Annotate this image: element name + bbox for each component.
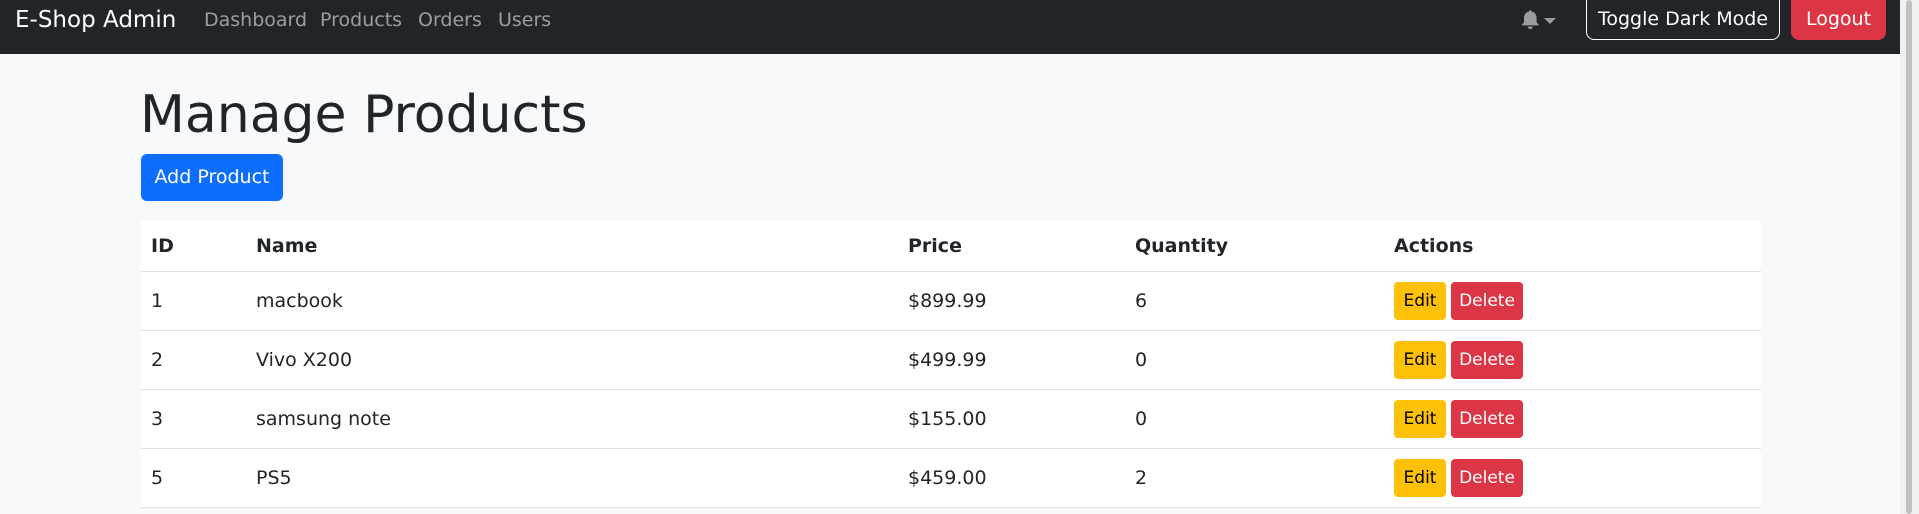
cell-quantity: 2: [1125, 448, 1384, 508]
cell-name: PS5: [246, 448, 898, 508]
cell-name: Vivo X200: [246, 330, 898, 390]
cell-price: $459.00: [898, 448, 1125, 508]
brand-link[interactable]: E-Shop Admin: [15, 0, 176, 40]
cell-id: 1: [141, 271, 246, 331]
add-product-button[interactable]: Add Product: [141, 154, 283, 201]
cell-id: 3: [141, 389, 246, 449]
navbar: E-Shop Admin Dashboard Products Orders U…: [0, 0, 1900, 54]
cell-name: macbook: [246, 271, 898, 331]
cell-actions: Edit Delete: [1384, 271, 1761, 331]
cell-actions: Edit Delete: [1384, 448, 1761, 508]
column-header-actions: Actions: [1384, 221, 1761, 272]
notifications-dropdown[interactable]: [1522, 10, 1556, 32]
cell-name: samsung note: [246, 389, 898, 449]
cell-id: 5: [141, 448, 246, 508]
edit-button[interactable]: Edit: [1394, 341, 1446, 379]
edit-button[interactable]: Edit: [1394, 400, 1446, 438]
delete-button[interactable]: Delete: [1451, 400, 1523, 438]
scrollbar-thumb[interactable]: [1906, 0, 1912, 514]
table-row: 5 PS5 $459.00 2 Edit Delete: [141, 448, 1761, 508]
cell-price: $499.99: [898, 330, 1125, 390]
cell-actions: Edit Delete: [1384, 330, 1761, 390]
logout-button[interactable]: Logout: [1791, 0, 1886, 40]
table-row: 3 samsung note $155.00 0 Edit Delete: [141, 389, 1761, 449]
cell-quantity: 0: [1125, 389, 1384, 449]
nav-link-users[interactable]: Users: [498, 0, 551, 40]
table-header-row: ID Name Price Quantity Actions: [141, 221, 1761, 272]
nav-link-products[interactable]: Products: [320, 0, 402, 40]
bell-icon: [1522, 10, 1539, 30]
table-row: 2 Vivo X200 $499.99 0 Edit Delete: [141, 330, 1761, 390]
nav-link-orders[interactable]: Orders: [418, 0, 482, 40]
cell-actions: Edit Delete: [1384, 389, 1761, 449]
cell-quantity: 6: [1125, 271, 1384, 331]
cell-id: 2: [141, 330, 246, 390]
cell-price: $899.99: [898, 271, 1125, 331]
page-title: Manage Products: [140, 85, 588, 145]
scrollbar[interactable]: [1900, 0, 1919, 514]
toggle-dark-mode-button[interactable]: Toggle Dark Mode: [1586, 0, 1780, 40]
caret-down-icon: [1544, 18, 1556, 24]
nav-link-dashboard[interactable]: Dashboard: [204, 0, 307, 40]
column-header-price: Price: [898, 221, 1125, 272]
delete-button[interactable]: Delete: [1451, 459, 1523, 497]
delete-button[interactable]: Delete: [1451, 341, 1523, 379]
column-header-quantity: Quantity: [1125, 221, 1384, 272]
cell-quantity: 0: [1125, 330, 1384, 390]
delete-button[interactable]: Delete: [1451, 282, 1523, 320]
edit-button[interactable]: Edit: [1394, 282, 1446, 320]
edit-button[interactable]: Edit: [1394, 459, 1446, 497]
products-table: ID Name Price Quantity Actions 1 macbook…: [141, 221, 1761, 508]
column-header-id: ID: [141, 221, 246, 272]
column-header-name: Name: [246, 221, 898, 272]
table-row: 1 macbook $899.99 6 Edit Delete: [141, 271, 1761, 331]
cell-price: $155.00: [898, 389, 1125, 449]
